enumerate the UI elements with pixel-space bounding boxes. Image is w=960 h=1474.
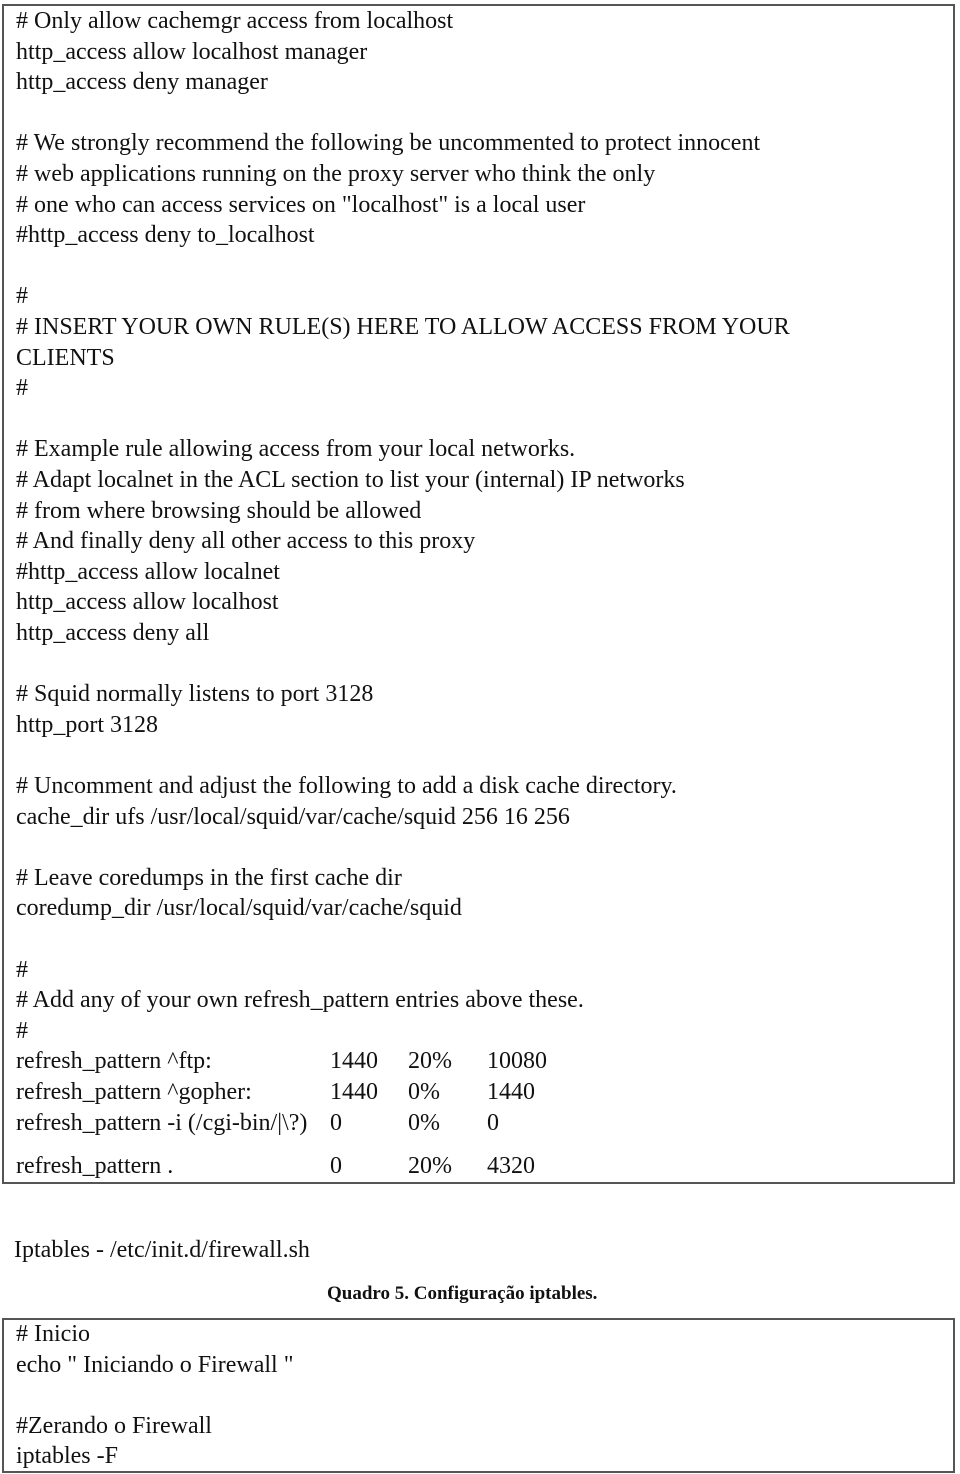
refresh-pattern-max: 1440 <box>487 1079 535 1105</box>
config-line: http_access deny all <box>16 620 210 646</box>
refresh-pattern-row: refresh_pattern ^gopher: 1440 0% 1440 <box>16 1078 716 1106</box>
config-line: # one who can access services on "localh… <box>16 191 586 218</box>
script-line: #Zerando o Firewall <box>16 1412 212 1439</box>
config-line: http_port 3128 <box>16 711 158 738</box>
config-line: # Adapt localnet in the ACL section to l… <box>16 467 685 493</box>
refresh-pattern-max: 0 <box>487 1109 499 1136</box>
config-line: # Uncomment and adjust the following to … <box>16 773 677 799</box>
config-line: cache_dir ufs /usr/local/squid/var/cache… <box>16 803 570 830</box>
script-line: iptables -F <box>16 1443 118 1470</box>
config-line: http_access allow localhost manager <box>16 38 368 65</box>
script-line: # Inicio <box>16 1321 90 1347</box>
config-line: CLIENTS <box>16 344 115 371</box>
refresh-pattern-min: 1440 <box>330 1079 378 1105</box>
config-line: # web applications running on the proxy … <box>16 161 656 187</box>
config-line: # Add any of your own refresh_pattern en… <box>16 987 584 1014</box>
refresh-pattern-max: 4320 <box>487 1153 535 1180</box>
refresh-pattern-min: 0 <box>330 1153 342 1180</box>
config-line: # Squid normally listens to port 3128 <box>16 681 374 708</box>
script-line: echo " Iniciando o Firewall " <box>16 1351 294 1378</box>
refresh-pattern-row: refresh_pattern ^ftp: 1440 20% 10080 <box>16 1047 716 1075</box>
refresh-pattern-row: refresh_pattern -i (/cgi-bin/|\?) 0 0% 0 <box>16 1109 716 1137</box>
config-line: # INSERT YOUR OWN RULE(S) HERE TO ALLOW … <box>16 314 790 340</box>
refresh-pattern-regex: refresh_pattern ^ftp: <box>16 1048 212 1075</box>
config-line: # And finally deny all other access to t… <box>16 528 476 555</box>
config-line: # from where browsing should be allowed <box>16 497 422 524</box>
iptables-heading: Iptables - /etc/init.d/firewall.sh <box>14 1237 310 1263</box>
firewall-script-box: # Inicio echo " Iniciando o Firewall " #Ze… <box>2 1318 955 1473</box>
config-line: # <box>16 956 28 983</box>
config-line: # <box>16 375 28 402</box>
config-line: # Leave coredumps in the first cache dir <box>16 864 402 891</box>
config-line: # Example rule allowing access from your… <box>16 436 576 463</box>
refresh-pattern-percent: 20% <box>408 1048 452 1075</box>
refresh-pattern-row: refresh_pattern . 0 20% 4320 <box>16 1152 716 1180</box>
config-line: #http_access allow localnet <box>16 558 280 585</box>
refresh-pattern-percent: 0% <box>408 1079 440 1105</box>
refresh-pattern-regex: refresh_pattern -i (/cgi-bin/|\?) <box>16 1109 308 1136</box>
config-line: http_access allow localhost <box>16 589 279 616</box>
config-line: #http_access deny to_localhost <box>16 222 315 249</box>
config-line: # Only allow cachemgr access from localh… <box>16 8 454 34</box>
refresh-pattern-min: 1440 <box>330 1048 378 1075</box>
config-line: # <box>16 1017 28 1044</box>
refresh-pattern-regex: refresh_pattern . <box>16 1153 174 1180</box>
refresh-pattern-percent: 20% <box>408 1153 452 1180</box>
config-line: coredump_dir /usr/local/squid/var/cache/… <box>16 895 462 922</box>
figure-caption: Quadro 5. Configuração iptables. <box>327 1283 598 1304</box>
refresh-pattern-percent: 0% <box>408 1109 440 1136</box>
refresh-pattern-min: 0 <box>330 1109 342 1136</box>
config-line: # <box>16 283 28 310</box>
config-line: http_access deny manager <box>16 69 268 96</box>
squid-config-box: # Only allow cachemgr access from localh… <box>2 4 955 1184</box>
config-line: # We strongly recommend the following be… <box>16 130 761 157</box>
refresh-pattern-max: 10080 <box>487 1048 547 1075</box>
refresh-pattern-regex: refresh_pattern ^gopher: <box>16 1079 252 1105</box>
